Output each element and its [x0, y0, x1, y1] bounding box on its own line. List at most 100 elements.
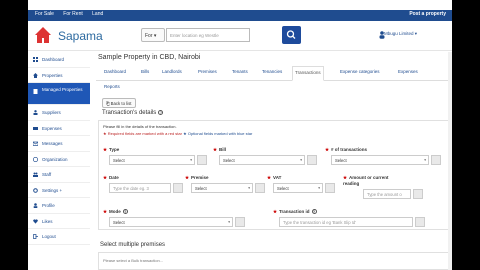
- post-property-link[interactable]: Post a property: [409, 11, 446, 17]
- required-note: ★ Required fields are marked with a red …: [103, 131, 252, 136]
- num-transactions-field-group: ★ # of transactions Select ▾: [325, 147, 447, 171]
- tab-reports[interactable]: Reports: [104, 84, 120, 89]
- mode-select[interactable]: Select ▾: [109, 217, 233, 227]
- users-icon: [33, 172, 38, 177]
- tab-expenses[interactable]: Expenses: [398, 69, 418, 74]
- for-label: For: [145, 33, 153, 39]
- search-icon: [286, 30, 296, 39]
- date-input[interactable]: Type the date eg. 3: [109, 183, 171, 193]
- tab-tenants[interactable]: Tenants: [232, 69, 248, 74]
- date-label-text: Date: [109, 175, 119, 180]
- tab-transactions[interactable]: Transactions: [292, 66, 324, 81]
- nav-for-sale[interactable]: For Sale: [35, 11, 54, 17]
- premise-select[interactable]: Select ▾: [191, 183, 253, 193]
- bill-select[interactable]: Select ▾: [219, 155, 305, 165]
- bill-label-text: Bill: [219, 147, 227, 152]
- help-icon[interactable]: ?: [158, 110, 164, 115]
- vat-select[interactable]: Select ▾: [273, 183, 323, 193]
- user-name: Mbugu Limited: [384, 31, 414, 36]
- required-star-icon: ★: [343, 175, 348, 180]
- amount-input[interactable]: Type the amount o: [363, 189, 411, 199]
- transaction-id-help-button[interactable]: [415, 217, 425, 227]
- type-label: ★ Type: [103, 147, 119, 153]
- user-icon: [33, 110, 38, 115]
- for-dropdown[interactable]: For ▾: [141, 28, 165, 42]
- sidebar-item-label: Dashboard: [42, 57, 65, 62]
- sidebar-item-label: Settings +: [42, 187, 63, 193]
- required-star-icon: ★: [325, 147, 330, 152]
- num-transactions-label: ★ # of transactions: [325, 147, 367, 153]
- vat-label: ★ VAT: [267, 175, 281, 181]
- sidebar-item-profile[interactable]: Profile: [28, 198, 90, 214]
- sidebar-item-staff[interactable]: Staff: [28, 167, 90, 183]
- transaction-id-label: ★ Transaction id?: [273, 209, 317, 215]
- required-star-icon: ★: [213, 147, 218, 152]
- sidebar-item-managed-properties[interactable]: Managed Properties: [28, 83, 90, 105]
- logo[interactable]: Sapama: [34, 26, 104, 46]
- required-star-icon: ★: [103, 131, 107, 136]
- tab-landlords[interactable]: Landlords: [162, 69, 182, 74]
- sidebar-item-organization[interactable]: Organization: [28, 152, 90, 167]
- num-transactions-help-button[interactable]: [431, 155, 441, 165]
- back-to-list-button[interactable]: ⎗ Back to list: [102, 98, 136, 108]
- top-nav: For Sale For Rent Land Post a property: [28, 10, 452, 21]
- sidebar-item-messages[interactable]: Messages: [28, 136, 90, 152]
- num-transactions-select[interactable]: Select ▾: [331, 155, 429, 165]
- sidebar-item-label: Properties: [42, 72, 63, 78]
- date-field-group: ★ Date Type the date eg. 3: [103, 175, 187, 199]
- bill-label: ★ Bill: [213, 147, 226, 153]
- vat-help-button[interactable]: [325, 183, 335, 193]
- type-field-group: ★ Type Select ▾: [103, 147, 211, 171]
- user-menu[interactable]: Mbugu Limited ▾: [384, 31, 417, 37]
- sidebar-item-logout[interactable]: Logout: [28, 229, 90, 245]
- required-star-icon: ★: [185, 175, 190, 180]
- required-star-icon: ★: [273, 209, 278, 214]
- sidebar-item-settings[interactable]: Settings +: [28, 183, 90, 198]
- help-icon[interactable]: ?: [122, 209, 128, 215]
- sidebar-item-dashboard[interactable]: Dashboard: [28, 52, 90, 68]
- sidebar-item-likes[interactable]: Likes: [28, 214, 90, 229]
- vat-select-value: Select: [277, 186, 289, 191]
- nav-land[interactable]: Land: [92, 11, 103, 17]
- search-button[interactable]: [282, 26, 301, 44]
- sidebar-item-label: Expenses: [42, 125, 62, 131]
- vat-field-group: ★ VAT Select ▾: [267, 175, 351, 199]
- required-star-icon: ★: [103, 147, 108, 152]
- sidebar-item-label: Logout: [42, 234, 56, 239]
- back-arrow-icon: ⎗: [106, 101, 110, 106]
- sidebar-item-suppliers[interactable]: Suppliers: [28, 105, 90, 121]
- help-icon[interactable]: ?: [311, 209, 317, 215]
- sidebar-item-expenses[interactable]: Expenses: [28, 121, 90, 136]
- tab-expense-categories[interactable]: Expense categories: [340, 69, 380, 74]
- section-title: Transaction's details?: [102, 110, 164, 116]
- amount-help-button[interactable]: [413, 189, 423, 199]
- multi-premises-title: Select multiple premises: [100, 242, 166, 248]
- sidebar-item-properties[interactable]: Properties: [28, 68, 90, 83]
- mode-select-value: Select: [113, 220, 125, 225]
- tab-bills[interactable]: Bills: [141, 69, 149, 74]
- letterbox-right: [452, 0, 480, 270]
- page: For Sale For Rent Land Post a property S…: [28, 0, 452, 270]
- tab-tenancies[interactable]: Tenancies: [262, 69, 282, 74]
- scrollbar[interactable]: [448, 52, 452, 270]
- sidebar-item-label: Profile: [42, 203, 55, 208]
- date-help-button[interactable]: [173, 183, 183, 193]
- type-select[interactable]: Select ▾: [109, 155, 195, 165]
- tab-bar: Dashboard Bills Landlords Premises Tenan…: [96, 66, 450, 81]
- chevron-down-icon: ▾: [424, 158, 426, 162]
- premise-help-button[interactable]: [255, 183, 265, 193]
- bill-help-button[interactable]: [307, 155, 317, 165]
- nav-for-rent[interactable]: For Rent: [63, 11, 82, 17]
- chevron-down-icon: ▾: [318, 186, 320, 190]
- gear-icon: [33, 187, 38, 193]
- search-input[interactable]: Enter location eg Westle: [166, 28, 250, 42]
- tab-dashboard[interactable]: Dashboard: [104, 69, 126, 74]
- tab-premises[interactable]: Premises: [198, 69, 217, 74]
- mode-help-button[interactable]: [235, 217, 245, 227]
- house-logo-icon: [35, 27, 51, 43]
- chevron-down-icon: ▾: [248, 186, 250, 190]
- type-help-button[interactable]: [197, 155, 207, 165]
- logo-text: Sapama: [58, 29, 103, 43]
- transaction-id-input[interactable]: Type the transaction id eg 'Bank Slip Id…: [279, 217, 413, 227]
- form-instruction: Please fill in the details of the transa…: [103, 124, 177, 129]
